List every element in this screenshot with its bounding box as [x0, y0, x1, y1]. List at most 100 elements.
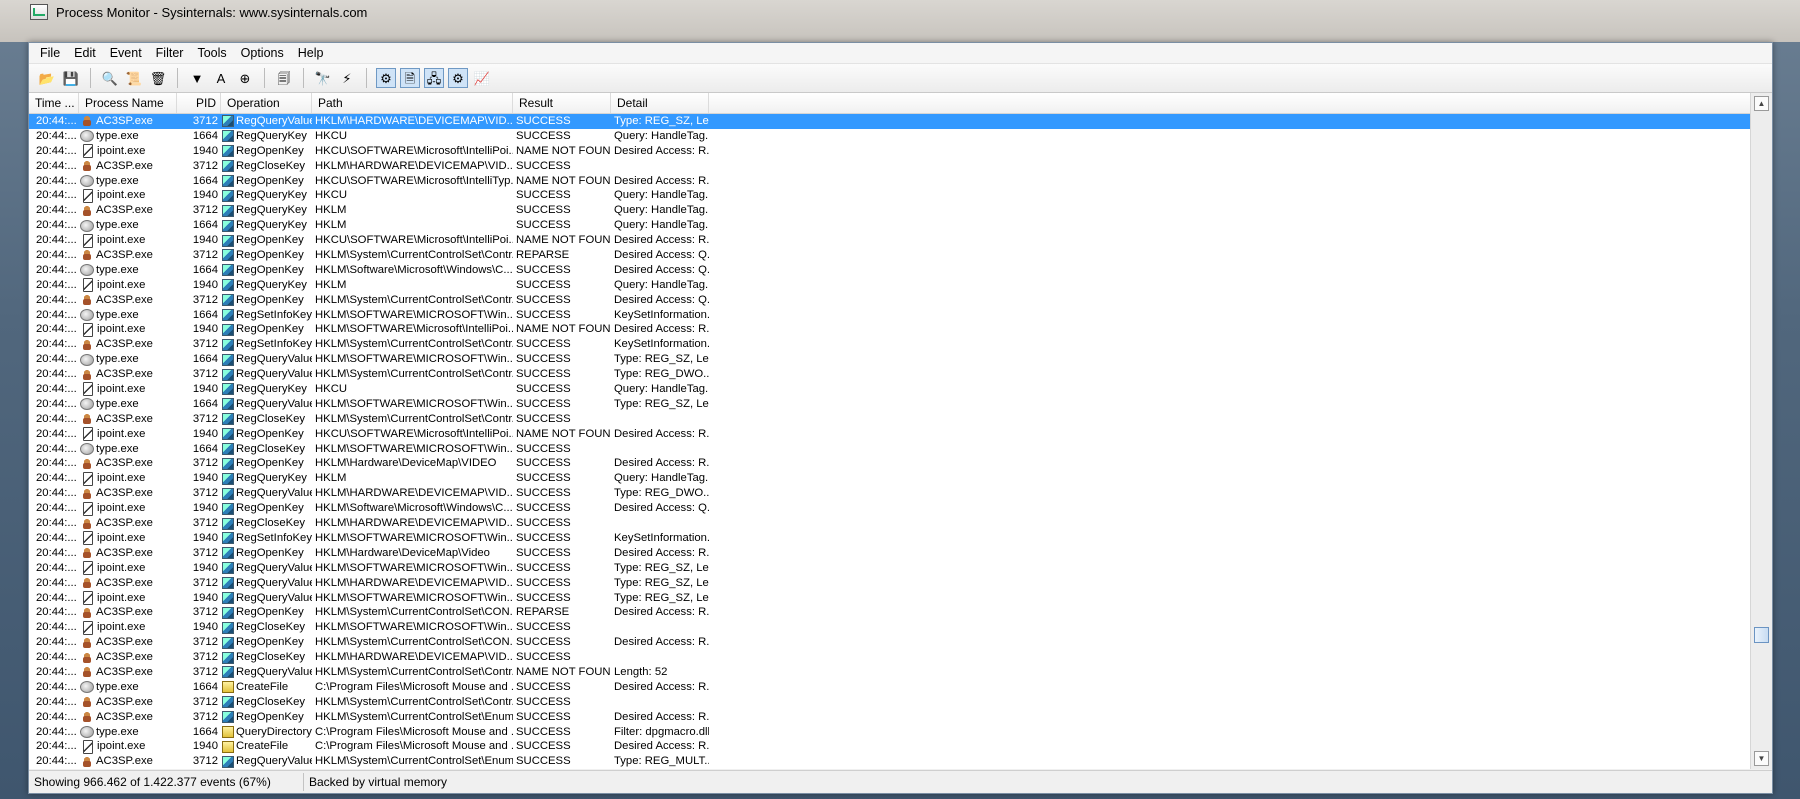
table-row[interactable]: 20:44:... ipoint.exe 1940 CreateFile C:\Prog…: [29, 739, 1751, 754]
menu-help[interactable]: Help: [291, 46, 331, 60]
cell-process-name: type.exe: [79, 725, 177, 740]
detail-text: Query: HandleTag...: [614, 383, 709, 396]
column-header-result[interactable]: Result: [513, 93, 611, 113]
open-icon[interactable]: 📂: [37, 68, 57, 88]
menu-edit[interactable]: Edit: [67, 46, 103, 60]
scroll-down-arrow-icon[interactable]: ▼: [1754, 751, 1769, 766]
table-row[interactable]: 20:44:... AC3SP.exe 3712 RegOpenKey HKLM\Har…: [29, 546, 1751, 561]
cell-operation: RegOpenKey: [221, 248, 312, 263]
cell-time: 20:44:...: [29, 605, 79, 620]
table-row[interactable]: 20:44:... AC3SP.exe 3712 RegQueryValue HKLM\…: [29, 754, 1751, 769]
table-row[interactable]: 20:44:... ipoint.exe 1940 RegQueryKey HKCU SU…: [29, 188, 1751, 203]
scrollbar-thumb[interactable]: [1754, 627, 1769, 643]
table-row[interactable]: 20:44:... ipoint.exe 1940 RegOpenKey HKLM\SO…: [29, 322, 1751, 337]
table-row[interactable]: 20:44:... type.exe 1664 RegOpenKey HKCU\SOFT…: [29, 174, 1751, 189]
table-row[interactable]: 20:44:... ipoint.exe 1940 RegQueryKey HKLM SU…: [29, 278, 1751, 293]
table-row[interactable]: 20:44:... type.exe 1664 RegQueryKey HKLM SUCC…: [29, 218, 1751, 233]
table-row[interactable]: 20:44:... type.exe 1664 QueryDirectory C:\Pr…: [29, 725, 1751, 740]
table-row[interactable]: 20:44:... type.exe 1664 RegSetInfoKey HKLM\S…: [29, 308, 1751, 323]
table-row[interactable]: 20:44:... ipoint.exe 1940 RegQueryKey HKLM SU…: [29, 471, 1751, 486]
filter-icon[interactable]: ▼: [187, 68, 207, 88]
capture-icon[interactable]: 🔍: [100, 68, 120, 88]
table-row[interactable]: 20:44:... ipoint.exe 1940 RegQueryKey HKCU SU…: [29, 382, 1751, 397]
column-header-pid[interactable]: PID: [177, 93, 221, 113]
path-text: HKCU\SOFTWARE\Microsoft\IntelliTyp...: [315, 174, 513, 187]
table-row[interactable]: 20:44:... AC3SP.exe 3712 RegOpenKey HKLM\Sys…: [29, 248, 1751, 263]
table-row[interactable]: 20:44:... AC3SP.exe 3712 RegOpenKey HKLM\Sys…: [29, 710, 1751, 725]
table-row[interactable]: 20:44:... type.exe 1664 RegOpenKey HKLM\Soft…: [29, 263, 1751, 278]
table-row[interactable]: 20:44:... ipoint.exe 1940 RegOpenKey HKCU\SO…: [29, 233, 1751, 248]
scroll-up-arrow-icon[interactable]: ▲: [1754, 96, 1769, 111]
result-text: SUCCESS: [516, 308, 571, 321]
table-row[interactable]: 20:44:... AC3SP.exe 3712 RegCloseKey HKLM\Sy…: [29, 412, 1751, 427]
table-row[interactable]: 20:44:... AC3SP.exe 3712 RegQueryValue HKLM\…: [29, 486, 1751, 501]
column-header-detail[interactable]: Detail: [611, 93, 709, 113]
path-text: HKLM\System\CurrentControlSet\Contr...: [315, 338, 513, 351]
table-row[interactable]: 20:44:... AC3SP.exe 3712 RegCloseKey HKLM\HA…: [29, 159, 1751, 174]
path-text: HKCU\SOFTWARE\Microsoft\IntelliPoi...: [315, 144, 513, 157]
save-icon[interactable]: 💾: [61, 68, 81, 88]
table-row[interactable]: 20:44:... AC3SP.exe 3712 RegOpenKey HKLM\Sys…: [29, 605, 1751, 620]
table-row[interactable]: 20:44:... AC3SP.exe 3712 RegCloseKey HKLM\HA…: [29, 516, 1751, 531]
table-row[interactable]: 20:44:... AC3SP.exe 3712 RegCloseKey HKLM\HA…: [29, 650, 1751, 665]
table-row[interactable]: 20:44:... type.exe 1664 CreateFile C:\Progra…: [29, 680, 1751, 695]
vertical-scrollbar[interactable]: ▲ ▼: [1750, 93, 1772, 769]
jump-icon[interactable]: ⚡: [337, 68, 357, 88]
table-row[interactable]: 20:44:... AC3SP.exe 3712 RegSetInfoKey HKLM\…: [29, 337, 1751, 352]
column-header-path[interactable]: Path: [312, 93, 513, 113]
table-row[interactable]: 20:44:... AC3SP.exe 3712 RegCloseKey HKLM\Sy…: [29, 695, 1751, 710]
table-row[interactable]: 20:44:... AC3SP.exe 3712 RegOpenKey HKLM\Har…: [29, 456, 1751, 471]
menu-tools[interactable]: Tools: [190, 46, 233, 60]
time-text: 20:44:...: [36, 502, 77, 515]
registry-operation-icon: [222, 562, 234, 575]
time-text: 20:44:...: [36, 651, 77, 664]
table-row[interactable]: 20:44:... AC3SP.exe 3712 RegQueryValue HKLM\…: [29, 367, 1751, 382]
table-row[interactable]: 20:44:... ipoint.exe 1940 RegCloseKey HKLM\S…: [29, 620, 1751, 635]
process-name-text: type.exe: [96, 397, 139, 410]
table-row[interactable]: 20:44:... ipoint.exe 1940 RegQueryValue HKLM…: [29, 590, 1751, 606]
operation-text: RegQueryKey: [236, 472, 307, 485]
column-header-process-name[interactable]: Process Name: [79, 93, 177, 113]
table-row[interactable]: 20:44:... ipoint.exe 1940 RegOpenKey HKCU\SO…: [29, 144, 1751, 159]
clear-icon[interactable]: 🗑: [148, 68, 168, 88]
menu-event[interactable]: Event: [103, 46, 149, 60]
column-header-time[interactable]: Time ...: [29, 93, 79, 113]
table-row[interactable]: 20:44:... type.exe 1664 RegQueryValue HKLM\S…: [29, 352, 1751, 367]
cell-path: HKCU: [312, 188, 513, 203]
table-row[interactable]: 20:44:... AC3SP.exe 3712 RegQueryKey HKLM SUC…: [29, 203, 1751, 218]
network-activity-icon[interactable]: 🖧: [424, 68, 444, 88]
detail-text: Length: 52: [614, 665, 668, 678]
pid-text: 3712: [192, 665, 218, 678]
table-row[interactable]: 20:44:... type.exe 1664 RegQueryKey HKCU SUCC…: [29, 129, 1751, 144]
table-row[interactable]: 20:44:... AC3SP.exe 3712 RegOpenKey HKLM\Sys…: [29, 635, 1751, 650]
file-activity-icon[interactable]: 🗎: [400, 68, 420, 88]
table-row[interactable]: 20:44:... AC3SP.exe 3712 RegOpenKey HKLM\Sys…: [29, 293, 1751, 308]
table-row[interactable]: 20:44:... ipoint.exe 1940 RegOpenKey HKLM\So…: [29, 501, 1751, 516]
column-header-operation[interactable]: Operation: [221, 93, 312, 113]
result-text: SUCCESS: [516, 397, 571, 410]
table-row[interactable]: 20:44:... AC3SP.exe 3712 RegQueryValue HKLM\…: [29, 576, 1751, 591]
menu-options[interactable]: Options: [234, 46, 291, 60]
time-text: 20:44:...: [36, 293, 77, 306]
registry-activity-icon[interactable]: ⚙: [376, 68, 396, 88]
table-row[interactable]: 20:44:... ipoint.exe 1940 RegOpenKey HKCU\SO…: [29, 427, 1751, 442]
profiling-icon[interactable]: 📈: [472, 68, 492, 88]
table-row[interactable]: 20:44:... AC3SP.exe 3712 RegQueryValue HKLM\…: [29, 114, 1751, 129]
event-list[interactable]: Time ... Process Name PID Operation Path…: [29, 93, 1772, 769]
target-icon[interactable]: ⊕: [235, 68, 255, 88]
find-icon[interactable]: 🔭: [313, 68, 333, 88]
menu-file[interactable]: File: [33, 46, 67, 60]
table-row[interactable]: 20:44:... ipoint.exe 1940 RegSetInfoKey HKLM…: [29, 531, 1751, 546]
process-activity-icon[interactable]: ⚙: [448, 68, 468, 88]
table-row[interactable]: 20:44:... AC3SP.exe 3712 RegQueryValue HKLM\…: [29, 665, 1751, 680]
process-tree-icon[interactable]: 🗐: [274, 68, 294, 88]
table-row[interactable]: 20:44:... type.exe 1664 RegQueryValue HKLM\S…: [29, 397, 1751, 412]
menu-filter[interactable]: Filter: [149, 46, 191, 60]
table-row[interactable]: 20:44:... ipoint.exe 1940 RegQueryValue HKLM…: [29, 561, 1751, 576]
autoscroll-icon[interactable]: 📜: [124, 68, 144, 88]
table-row[interactable]: 20:44:... type.exe 1664 RegCloseKey HKLM\SOF…: [29, 442, 1751, 457]
highlight-icon[interactable]: A: [211, 68, 231, 88]
title-bar[interactable]: Process Monitor - Sysinternals: www.sysi…: [0, 0, 1800, 24]
result-text: SUCCESS: [516, 561, 571, 574]
cell-detail: Query: HandleTag...: [611, 188, 709, 203]
